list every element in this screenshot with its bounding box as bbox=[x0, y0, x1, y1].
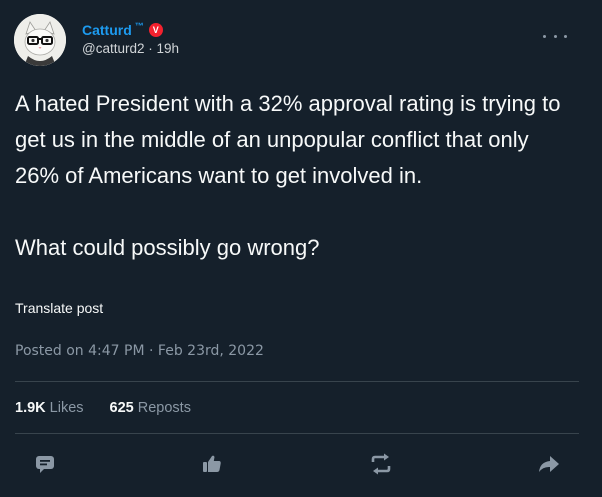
reposts-stat[interactable]: 625 Reposts bbox=[110, 400, 191, 416]
author-block: Catturd ™ V @catturd2 · 19h bbox=[82, 21, 179, 56]
trademark-mark: ™ bbox=[134, 21, 144, 31]
post-text: A hated President with a 32% approval ra… bbox=[15, 86, 575, 266]
handle-row: @catturd2 · 19h bbox=[82, 41, 179, 56]
likes-label: Likes bbox=[49, 400, 84, 416]
time-ago[interactable]: 19h bbox=[157, 41, 180, 56]
more-dot bbox=[564, 34, 567, 38]
share-icon[interactable] bbox=[536, 451, 562, 477]
post-paragraph-1: A hated President with a 32% approval ra… bbox=[15, 91, 561, 188]
posted-time: 4:47 PM bbox=[88, 343, 145, 359]
posted-prefix: Posted on bbox=[15, 343, 84, 359]
posted-separator: · bbox=[149, 343, 154, 359]
likes-stat[interactable]: 1.9K Likes bbox=[15, 400, 84, 416]
more-dot bbox=[543, 34, 546, 38]
handle-separator: · bbox=[148, 41, 153, 56]
like-icon[interactable] bbox=[199, 451, 225, 477]
reply-icon[interactable] bbox=[32, 451, 58, 477]
divider-bottom bbox=[15, 433, 579, 434]
post-card: Catturd ™ V @catturd2 · 19h A hated Pres… bbox=[0, 0, 602, 497]
handle[interactable]: @catturd2 bbox=[82, 41, 144, 56]
reposts-count: 625 bbox=[109, 400, 134, 416]
reposts-label: Reposts bbox=[137, 400, 191, 416]
divider-top bbox=[15, 381, 579, 382]
likes-count: 1.9K bbox=[15, 400, 46, 416]
engagement-stats: 1.9K Likes 625 Reposts bbox=[15, 400, 217, 416]
verified-badge-icon: V bbox=[148, 23, 163, 37]
translate-post-link[interactable]: Translate post bbox=[15, 300, 103, 316]
cat-avatar-icon bbox=[14, 14, 66, 66]
avatar[interactable] bbox=[14, 14, 66, 66]
more-dot bbox=[553, 34, 557, 38]
post-paragraph-2: What could possibly go wrong? bbox=[15, 235, 320, 260]
posted-date: Feb 23rd, 2022 bbox=[157, 343, 264, 359]
more-options-icon[interactable] bbox=[543, 30, 567, 42]
repost-icon[interactable] bbox=[368, 451, 394, 477]
display-name[interactable]: Catturd bbox=[82, 22, 132, 38]
name-row: Catturd ™ V bbox=[82, 21, 179, 39]
posted-timestamp[interactable]: Posted on 4:47 PM · Feb 23rd, 2022 bbox=[15, 343, 264, 359]
